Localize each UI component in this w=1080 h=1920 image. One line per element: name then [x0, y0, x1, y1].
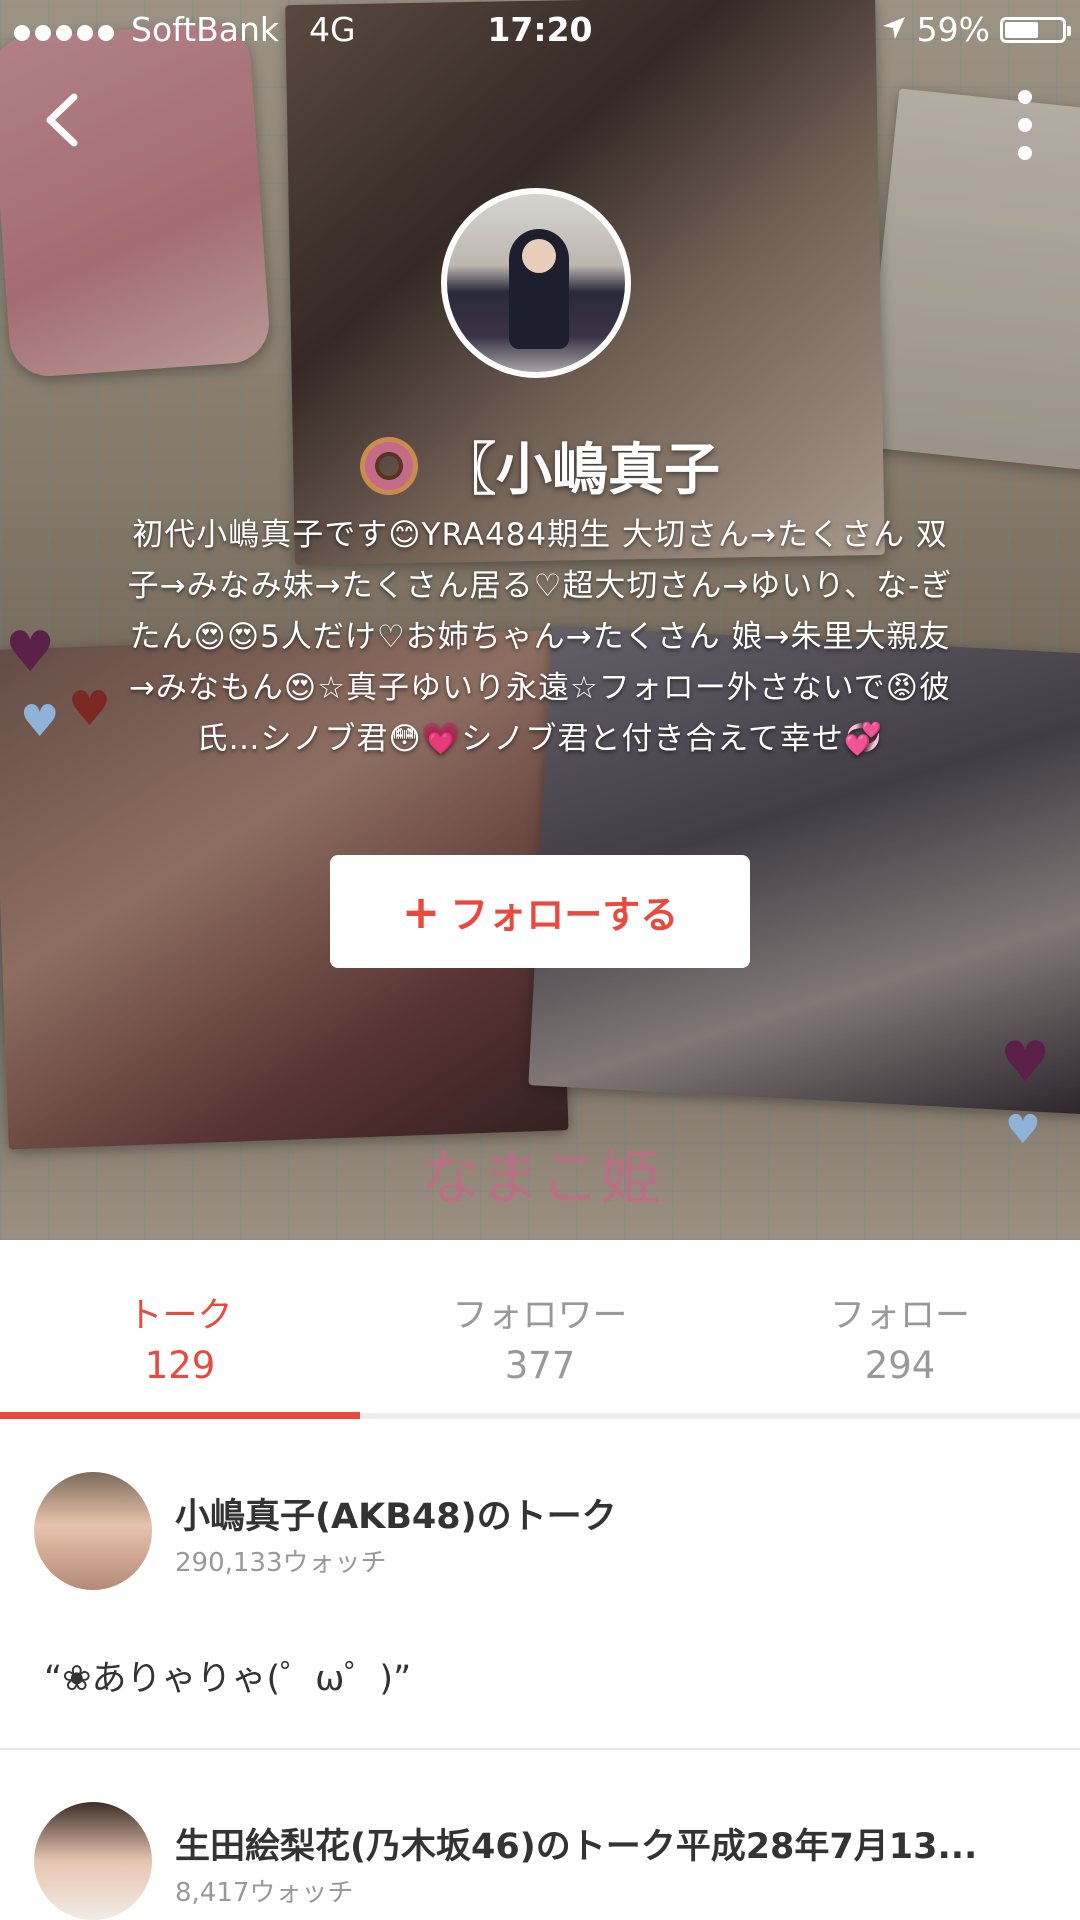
talk-watch-count: 8,417ウォッチ: [175, 1878, 354, 1908]
talk-title: 生田絵梨花(乃木坂46)のトーク平成28年7月13...: [175, 1827, 978, 1867]
tab-count: 129: [144, 1344, 216, 1387]
plus-icon: +: [401, 884, 441, 939]
talk-title: 小嶋真子(AKB48)のトーク: [175, 1497, 617, 1537]
battery-percent: 59%: [916, 10, 990, 49]
talk-watch-count: 290,133ウォッチ: [175, 1548, 387, 1578]
back-button[interactable]: [30, 85, 100, 155]
tab-followers[interactable]: フォロワー 377: [360, 1240, 720, 1410]
heart-icon: ♥: [68, 681, 112, 737]
avatar-face: [522, 239, 556, 273]
cover-caption: なまこ姫: [420, 1144, 660, 1214]
talk-quote: “❀ありゃりゃ(゜ω゜)”: [44, 1659, 412, 1699]
more-options-button[interactable]: [1000, 90, 1050, 160]
donut-icon: [360, 436, 418, 495]
tab-count: 377: [504, 1344, 576, 1387]
location-icon: [881, 10, 907, 49]
heart-icon: ♥: [20, 696, 60, 747]
more-dot-icon: [1018, 118, 1032, 132]
battery-icon: [1000, 16, 1071, 43]
talk-avatar: [34, 1802, 152, 1920]
talk-avatar: [34, 1472, 152, 1590]
status-bar: SoftBank 4G 17:20 59%: [0, 0, 1080, 60]
heart-icon: ♥: [5, 620, 56, 685]
heart-icon: ♥: [1000, 1030, 1051, 1095]
more-dot-icon: [1018, 146, 1032, 160]
tab-active-indicator: [0, 1412, 360, 1419]
profile-name-row: 〖小嶋真子: [0, 425, 1080, 506]
profile-bio: 初代小嶋真子です😊YRA484期生 大切さん→たくさん 双子→みなみ妹→たくさん…: [127, 517, 953, 757]
profile-avatar[interactable]: [441, 188, 631, 378]
follow-button[interactable]: + フォローする: [330, 855, 750, 968]
chevron-left-icon: [46, 93, 78, 147]
talk-list-item[interactable]: 生田絵梨花(乃木坂46)のトーク平成28年7月13... 8,417ウォッチ: [0, 1750, 1080, 1920]
more-dot-icon: [1018, 90, 1032, 104]
profile-name: 〖小嶋真子: [440, 438, 720, 503]
talk-list-item[interactable]: 小嶋真子(AKB48)のトーク 290,133ウォッチ “❀ありゃりゃ(゜ω゜)…: [0, 1420, 1080, 1750]
tab-count: 294: [864, 1344, 936, 1387]
profile-tabs: トーク 129 フォロワー 377 フォロー 294: [0, 1240, 1080, 1420]
follow-label: フォローする: [450, 893, 679, 937]
tab-label: トーク: [127, 1296, 233, 1336]
tab-label: フォロー: [829, 1296, 970, 1336]
tab-following[interactable]: フォロー 294: [720, 1240, 1080, 1410]
tab-talk[interactable]: トーク 129: [0, 1240, 360, 1410]
tab-label: フォロワー: [452, 1296, 628, 1336]
